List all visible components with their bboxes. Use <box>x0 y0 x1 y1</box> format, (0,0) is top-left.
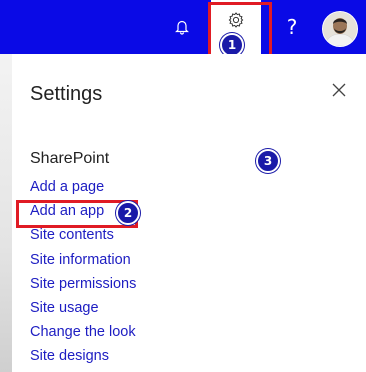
link-site-designs[interactable]: Site designs <box>30 346 136 370</box>
link-add-page[interactable]: Add a page <box>30 177 136 201</box>
help-button[interactable]: ? <box>278 0 306 54</box>
step-badge-3: 3 <box>256 149 280 173</box>
link-site-information[interactable]: Site information <box>30 250 136 274</box>
link-site-permissions[interactable]: Site permissions <box>30 274 136 298</box>
close-icon <box>332 83 346 97</box>
page-background-strip <box>0 54 12 372</box>
user-photo-icon <box>323 12 357 46</box>
link-change-the-look[interactable]: Change the look <box>30 322 136 346</box>
bell-icon <box>175 20 189 35</box>
help-icon: ? <box>286 15 298 39</box>
link-site-contents[interactable]: Site contents <box>30 225 136 249</box>
notifications-button[interactable] <box>163 0 201 54</box>
link-site-usage[interactable]: Site usage <box>30 298 136 322</box>
section-title-sharepoint: SharePoint <box>30 150 110 167</box>
panel-title: Settings <box>30 83 103 105</box>
close-button[interactable] <box>329 80 349 100</box>
avatar[interactable] <box>322 11 358 47</box>
suite-header: ? <box>0 0 366 54</box>
step-badge-2: 2 <box>116 201 140 225</box>
